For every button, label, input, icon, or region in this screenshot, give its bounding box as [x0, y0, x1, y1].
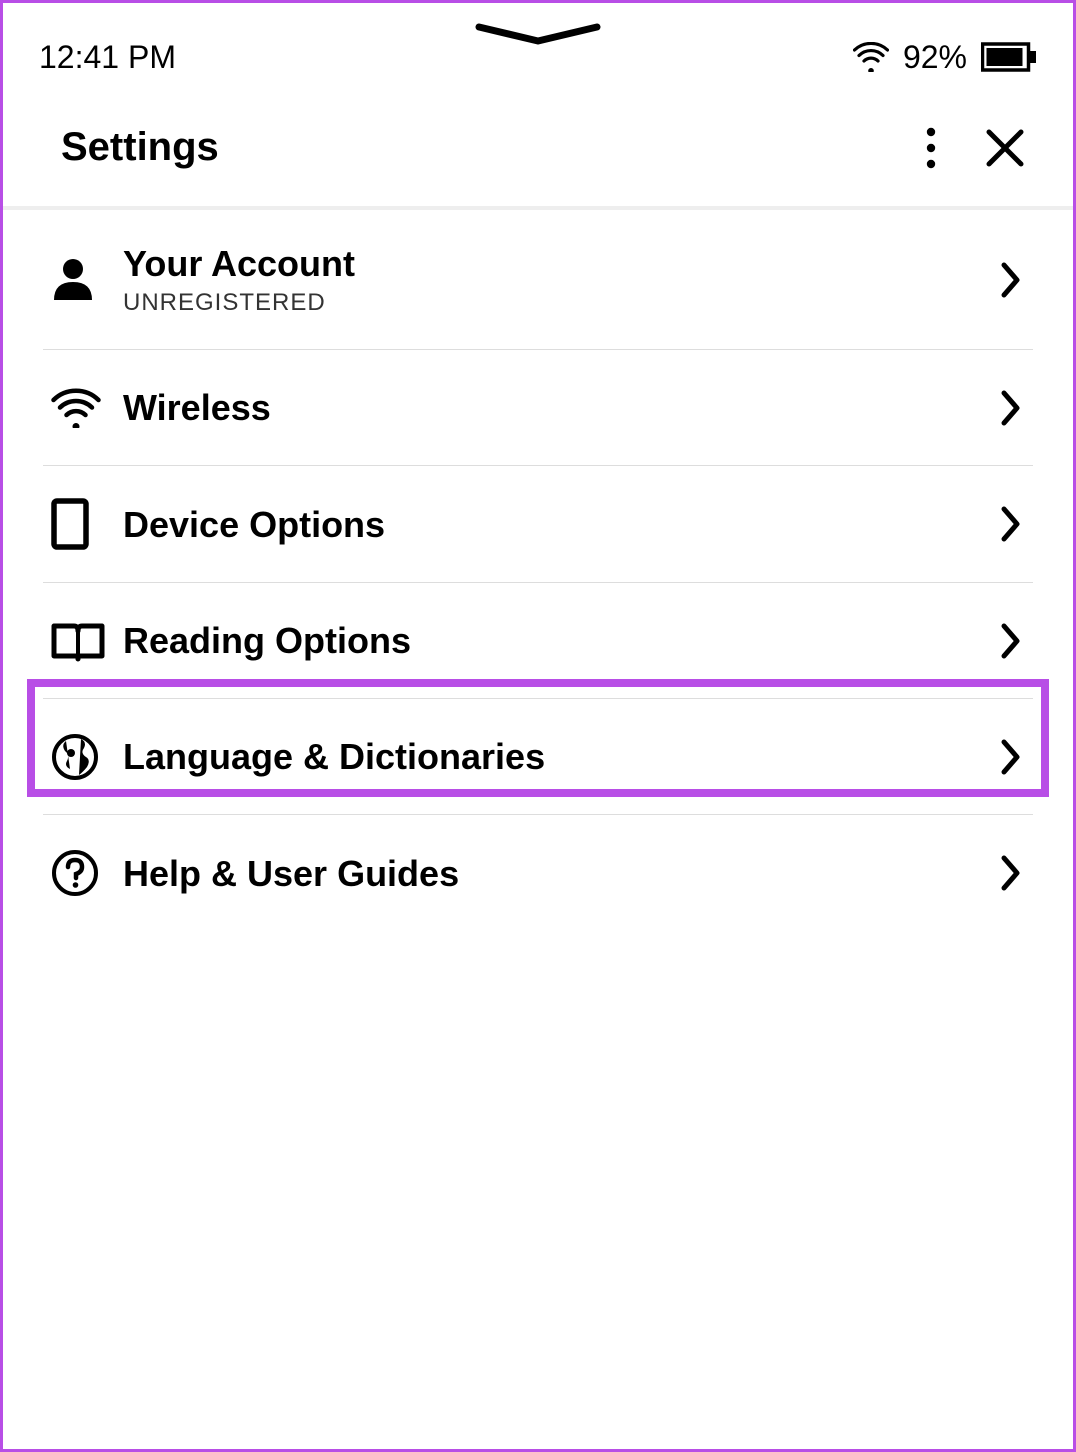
item-title: Device Options: [123, 503, 1001, 546]
more-options-button[interactable]: [925, 126, 937, 170]
pull-down-handle[interactable]: [473, 23, 603, 47]
item-subtitle: UNREGISTERED: [123, 289, 1001, 317]
settings-list: Your Account UNREGISTERED Wireless: [3, 210, 1073, 931]
status-time: 12:41 PM: [39, 39, 176, 76]
chevron-right-icon: [1001, 623, 1021, 659]
chevron-right-icon: [1001, 390, 1021, 426]
settings-header: Settings: [3, 95, 1073, 210]
status-bar: 12:41 PM 92%: [3, 3, 1073, 95]
settings-item-help[interactable]: Help & User Guides: [43, 815, 1033, 931]
chevron-right-icon: [1001, 855, 1021, 891]
settings-item-device-options[interactable]: Device Options: [43, 466, 1033, 583]
book-icon: [51, 620, 105, 662]
item-title: Wireless: [123, 386, 1001, 429]
close-button[interactable]: [985, 128, 1025, 168]
status-right: 92%: [853, 39, 1037, 76]
settings-item-your-account[interactable]: Your Account UNREGISTERED: [43, 210, 1033, 350]
chevron-right-icon: [1001, 506, 1021, 542]
help-icon: [51, 849, 99, 897]
settings-item-wireless[interactable]: Wireless: [43, 350, 1033, 466]
wifi-icon: [853, 42, 889, 72]
chevron-right-icon: [1001, 739, 1021, 775]
item-title: Your Account: [123, 242, 1001, 285]
battery-icon: [981, 42, 1037, 72]
page-title: Settings: [61, 125, 219, 170]
item-title: Reading Options: [123, 619, 1001, 662]
settings-item-language-dictionaries[interactable]: Language & Dictionaries: [43, 699, 1033, 815]
wifi-icon: [51, 388, 101, 428]
battery-percent: 92%: [903, 39, 967, 76]
item-title: Language & Dictionaries: [123, 735, 1001, 778]
globe-icon: [51, 733, 99, 781]
chevron-right-icon: [1001, 262, 1021, 298]
tablet-icon: [51, 498, 89, 550]
person-icon: [51, 256, 95, 304]
settings-item-reading-options[interactable]: Reading Options: [43, 583, 1033, 699]
item-title: Help & User Guides: [123, 852, 1001, 895]
